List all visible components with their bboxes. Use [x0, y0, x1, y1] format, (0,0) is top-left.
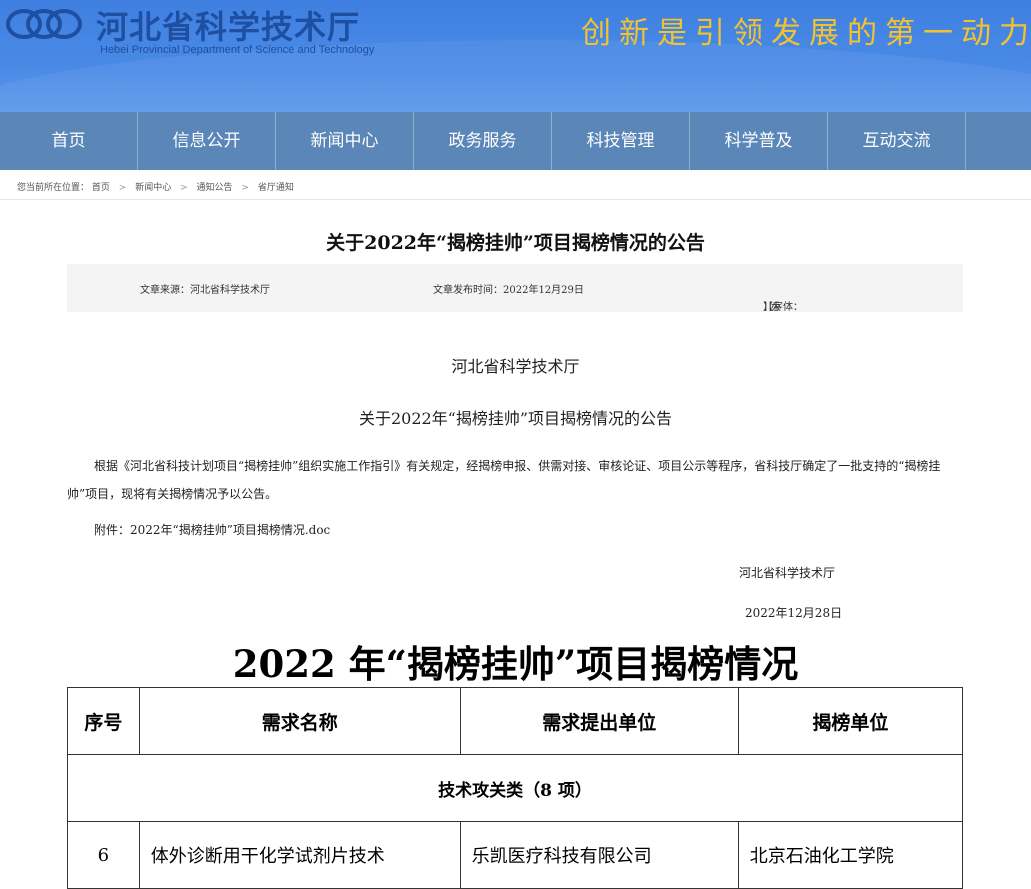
nav-item-interaction[interactable]: 互动交流	[828, 112, 966, 170]
breadcrumb-home[interactable]: 首页	[92, 183, 110, 193]
category-label: 技术攻关类（8 项）	[67, 754, 963, 822]
breadcrumb-notices[interactable]: 通知公告	[197, 183, 233, 193]
breadcrumb-news-center[interactable]: 新闻中心	[135, 183, 171, 193]
nav-item-home[interactable]: 首页	[0, 112, 138, 170]
signature-date: 2022年12月28日	[745, 606, 843, 620]
notice-heading: 关于2022年“揭榜挂帅”项目揭榜情况的公告	[358, 409, 673, 428]
article-publish-date: 文章发布时间：2022年12月29日	[433, 285, 584, 296]
site-title[interactable]: 河北省科学技术厅	[96, 2, 360, 48]
chevron-right-icon: >	[241, 183, 249, 193]
results-table: 序号 需求名称 需求提出单位 揭榜单位 技术攻关类（8 项） 6 体外诊断用干化…	[67, 687, 964, 889]
header-cell-winning-unit: 揭榜单位	[737, 687, 964, 755]
nav-item-news-center[interactable]: 新闻中心	[276, 112, 414, 170]
site-subtitle: Hebei Provincial Department of Science a…	[100, 44, 375, 56]
cell-demand-name: 体外诊断用干化学试剂片技术	[138, 821, 461, 889]
breadcrumb: 您当前所在位置： 首页 > 新闻中心 > 通知公告 > 省厅通知	[17, 180, 294, 193]
nav-item-tech-management[interactable]: 科技管理	[552, 112, 690, 170]
nav-item-science-popularization[interactable]: 科学普及	[690, 112, 828, 170]
header-cell-demand-name: 需求名称	[138, 687, 461, 755]
attachment-label: 附件：	[94, 523, 131, 537]
results-table-title: 2022 年“揭榜挂帅”项目揭榜情况	[232, 642, 799, 686]
breadcrumb-prefix: 您当前所在位置：	[17, 183, 90, 193]
slogan-banner: 创新是引领发展的第一动力	[581, 16, 1031, 51]
breadcrumb-department-notices[interactable]: 省厅通知	[258, 183, 294, 193]
article-meta-bar: 文章来源：河北省科学技术厅 文章发布时间：2022年12月29日 【字体：大小】	[67, 264, 963, 313]
nav-item-government-services[interactable]: 政务服务	[414, 112, 552, 170]
attachment-link[interactable]: 2022年“揭榜挂帅”项目揭榜情况.doc	[130, 523, 330, 537]
cell-winning-unit: 北京石油化工学院	[737, 821, 964, 889]
chevron-right-icon: >	[180, 183, 188, 193]
cell-index: 6	[67, 821, 140, 889]
nav-item-overflow[interactable]	[966, 112, 1028, 170]
article-title: 关于2022年“揭榜挂帅”项目揭榜情况的公告	[326, 232, 705, 254]
issuing-org-heading: 河北省科学技术厅	[451, 357, 580, 376]
signature-org: 河北省科学技术厅	[739, 566, 836, 580]
attachment-line: 附件：2022年“揭榜挂帅”项目揭榜情况.doc	[94, 521, 330, 538]
table-row: 6 体外诊断用干化学试剂片技术 乐凯医疗科技有限公司 北京石油化工学院	[67, 821, 964, 889]
article-paragraph: 根据《河北省科技计划项目“揭榜挂帅”组织实施工作指引》有关规定，经揭榜申报、供需…	[67, 459, 941, 501]
site-header: 河北省科学技术厅 Hebei Provincial Department of …	[0, 0, 1031, 112]
department-logo-icon[interactable]	[4, 6, 84, 42]
header-cell-demand-unit: 需求提出单位	[459, 687, 739, 755]
header-cell-index: 序号	[67, 687, 140, 755]
table-header-row: 序号 需求名称 需求提出单位 揭榜单位	[67, 687, 964, 755]
main-nav: 首页 信息公开 新闻中心 政务服务 科技管理 科学普及 互动交流	[0, 112, 1031, 170]
chevron-right-icon: >	[118, 183, 127, 193]
font-size-label-close: 】	[763, 302, 773, 313]
breadcrumb-divider	[0, 199, 1031, 200]
nav-item-info-disclosure[interactable]: 信息公开	[138, 112, 276, 170]
article-source: 文章来源：河北省科学技术厅	[140, 285, 270, 296]
category-row: 技术攻关类（8 项）	[67, 754, 963, 822]
cell-demand-unit: 乐凯医疗科技有限公司	[459, 821, 739, 889]
